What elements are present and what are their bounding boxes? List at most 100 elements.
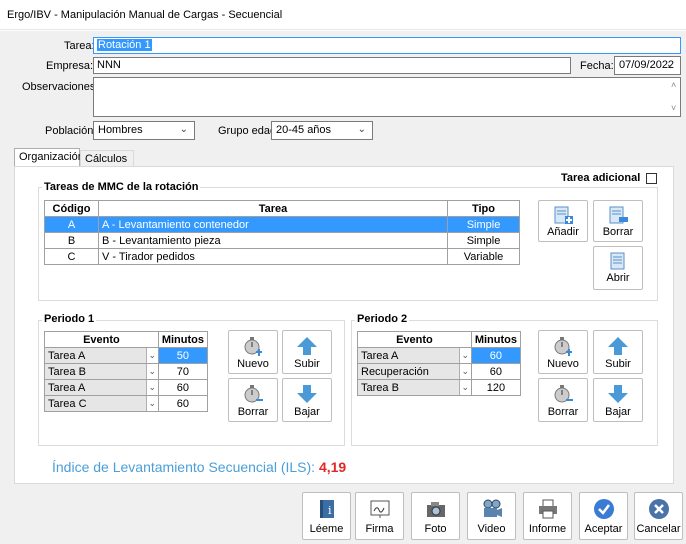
chevron-down-icon: ⌄ <box>179 124 188 135</box>
periodo1-title: Periodo 1 <box>42 313 97 325</box>
close-icon <box>648 499 669 519</box>
periodo2-table: Evento Minutos Tarea A ⌄ 60 Recuperación ⌄… <box>357 331 522 396</box>
p2-nuevo-label: Nuevo <box>547 358 579 370</box>
table-row[interactable]: Tarea B ⌄ 70 <box>44 363 209 380</box>
tarea-adicional-checkbox[interactable] <box>646 173 657 184</box>
table-row[interactable]: B B - Levantamiento pieza Simple <box>44 232 520 249</box>
minutos-cell[interactable]: 70 <box>157 363 209 380</box>
evento-select[interactable]: Tarea C ⌄ <box>44 395 159 412</box>
evento-select[interactable]: Recuperación ⌄ <box>357 363 472 380</box>
minutos-cell[interactable]: 120 <box>470 379 522 396</box>
col-header-evento: Evento <box>357 331 472 348</box>
video-button[interactable]: Video <box>467 492 516 540</box>
fecha-picker[interactable]: 07/09/2022 ⌄ <box>614 56 681 75</box>
poblacion-label: Población: <box>45 125 97 137</box>
p2-subir-button[interactable]: Subir <box>593 330 643 374</box>
firma-label: Firma <box>365 523 394 535</box>
evento-select[interactable]: Tarea A ⌄ <box>357 347 472 364</box>
p1-nuevo-button[interactable]: Nuevo <box>228 330 278 374</box>
fecha-label: Fecha: <box>580 60 614 72</box>
grupo-edad-select[interactable]: 20-45 años ⌄ <box>271 121 373 140</box>
periodo1-table: Evento Minutos Tarea A ⌄ 50 Tarea B ⌄ 70 T… <box>44 331 209 412</box>
table-header-row: Evento Minutos <box>44 331 209 348</box>
table-row[interactable]: Tarea C ⌄ 60 <box>44 395 209 412</box>
scroll-down-icon[interactable]: ˅ <box>671 103 676 113</box>
tab-panel-organizacion: Tarea adicional Tareas de MMC de la rota… <box>14 166 674 484</box>
cell-codigo: A <box>44 216 99 233</box>
table-row[interactable]: Tarea A ⌄ 50 <box>44 347 209 364</box>
col-header-evento: Evento <box>44 331 159 348</box>
new-stopwatch-icon <box>244 337 262 356</box>
table-header-row: Código Tarea Tipo <box>44 200 520 217</box>
arrow-down-icon <box>297 385 317 403</box>
cancelar-button[interactable]: Cancelar <box>634 492 683 540</box>
chevron-down-icon: ⌄ <box>357 124 366 135</box>
camera-icon <box>426 502 445 517</box>
anadir-button[interactable]: Añadir <box>538 200 588 242</box>
chevron-down-icon: ⌄ <box>145 396 158 411</box>
table-row[interactable]: Tarea B ⌄ 120 <box>357 379 522 396</box>
cell-codigo: B <box>44 232 99 249</box>
scroll-up-icon[interactable]: ˄ <box>671 80 676 90</box>
anadir-label: Añadir <box>547 226 579 238</box>
table-row[interactable]: Recuperación ⌄ 60 <box>357 363 522 380</box>
ils-result: Índice de Levantamiento Secuencial (ILS)… <box>52 459 346 475</box>
foto-button[interactable]: Foto <box>411 492 460 540</box>
firma-button[interactable]: Firma <box>355 492 404 540</box>
col-header-codigo: Código <box>44 200 99 217</box>
tarea-adicional-label: Tarea adicional <box>561 172 641 184</box>
table-row[interactable]: A A - Levantamiento contenedor Simple <box>44 216 520 233</box>
table-row[interactable]: Tarea A ⌄ 60 <box>44 379 209 396</box>
observaciones-textarea[interactable] <box>93 77 681 117</box>
poblacion-select[interactable]: Hombres ⌄ <box>93 121 195 140</box>
evento-select[interactable]: Tarea A ⌄ <box>44 379 159 396</box>
minutos-cell[interactable]: 60 <box>470 363 522 380</box>
p1-borrar-button[interactable]: Borrar <box>228 378 278 422</box>
p1-subir-label: Subir <box>294 358 320 370</box>
tab-calculos[interactable]: Cálculos <box>80 150 134 166</box>
aceptar-label: Aceptar <box>584 523 623 535</box>
abrir-button[interactable]: Abrir <box>593 246 643 290</box>
minutos-cell[interactable]: 60 <box>157 379 209 396</box>
poblacion-value: Hombres <box>98 124 143 136</box>
abrir-label: Abrir <box>606 272 630 284</box>
borrar-tarea-label: Borrar <box>602 226 634 238</box>
evento-select[interactable]: Tarea B ⌄ <box>357 379 472 396</box>
printer-icon <box>538 499 557 519</box>
chevron-down-icon: ⌄ <box>145 364 158 379</box>
video-label: Video <box>477 523 506 535</box>
tarea-input[interactable]: Rotación 1 <box>93 37 681 54</box>
leeme-button[interactable]: i Léeme <box>302 492 351 540</box>
open-document-icon <box>610 252 625 270</box>
tab-organizacion[interactable]: Organización <box>14 148 84 167</box>
grupo-edad-value: 20-45 años <box>276 124 332 136</box>
p2-bajar-button[interactable]: Bajar <box>593 378 643 422</box>
minutos-cell[interactable]: 50 <box>157 347 209 364</box>
p2-borrar-button[interactable]: Borrar <box>538 378 588 422</box>
p1-borrar-label: Borrar <box>237 406 269 418</box>
minutos-cell[interactable]: 60 <box>157 395 209 412</box>
minutos-cell[interactable]: 60 <box>470 347 522 364</box>
p1-nuevo-label: Nuevo <box>237 358 269 370</box>
empresa-input[interactable]: NNN <box>93 57 571 74</box>
table-row[interactable]: C V - Tirador pedidos Variable <box>44 248 520 265</box>
check-icon <box>593 499 614 519</box>
evento-select[interactable]: Tarea A ⌄ <box>44 347 159 364</box>
chevron-down-icon: ⌄ <box>665 59 674 70</box>
p1-subir-button[interactable]: Subir <box>282 330 332 374</box>
p2-nuevo-button[interactable]: Nuevo <box>538 330 588 374</box>
aceptar-button[interactable]: Aceptar <box>579 492 628 540</box>
p1-bajar-button[interactable]: Bajar <box>282 378 332 422</box>
cell-tarea: A - Levantamiento contenedor <box>98 216 448 233</box>
add-document-icon <box>554 206 573 224</box>
borrar-tarea-button[interactable]: Borrar <box>593 200 643 242</box>
evento-select[interactable]: Tarea B ⌄ <box>44 363 159 380</box>
p1-bajar-label: Bajar <box>294 406 320 418</box>
table-row[interactable]: Tarea A ⌄ 60 <box>357 347 522 364</box>
tareas-mmc-table: Código Tarea Tipo A A - Levantamiento co… <box>44 200 520 265</box>
col-header-tipo: Tipo <box>447 200 520 217</box>
col-header-minutos: Minutos <box>470 331 522 348</box>
table-header-row: Evento Minutos <box>357 331 522 348</box>
informe-button[interactable]: Informe <box>523 492 572 540</box>
cell-codigo: C <box>44 248 99 265</box>
